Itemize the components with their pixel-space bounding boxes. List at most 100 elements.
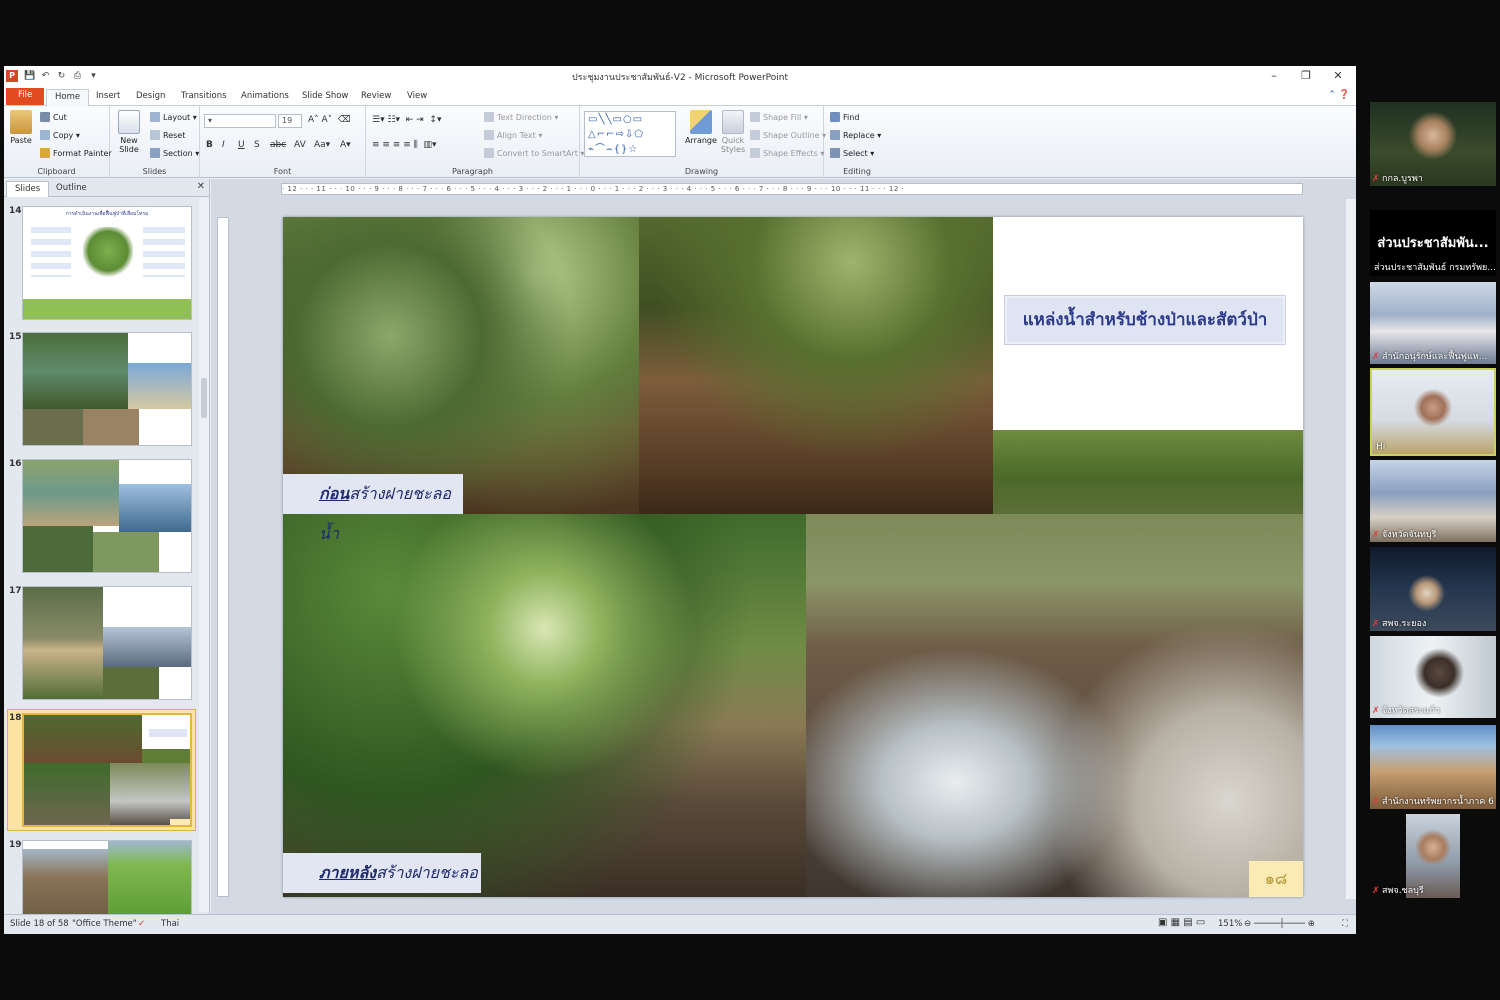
font-size-field[interactable]: 19 xyxy=(278,114,302,128)
slide-counter: Slide 18 of 58 xyxy=(10,919,69,929)
clipboard-group: Paste Cut Copy ▾ Format Painter Clipboar… xyxy=(4,106,112,178)
tab-transitions[interactable]: Transitions xyxy=(173,89,235,106)
tab-view[interactable]: View xyxy=(399,89,435,106)
participant-tile[interactable]: ส่วนประชาสัมพัน... ส่วนประชาสัมพันธ์ กรม… xyxy=(1370,210,1496,276)
arrange-button[interactable]: Arrange xyxy=(684,110,718,145)
stream-photo-after-2[interactable] xyxy=(806,514,1303,897)
paragraph-group: ☰▾ ☷▾ ⇤ ⇥ ↕▾ ≡ ≡ ≡ ≡ ⫼ ▥▾ Text Direction… xyxy=(366,106,584,178)
participant-tile[interactable]: ✗ จังหวัดสระแก้ว xyxy=(1370,636,1496,718)
tab-outline[interactable]: Outline xyxy=(48,181,95,197)
new-slide-label: New Slide xyxy=(119,136,139,154)
participant-tile[interactable]: ✗ จังหวัดจันทบุรี xyxy=(1370,460,1496,542)
stream-photo-after-1[interactable] xyxy=(283,514,806,897)
text-direction-button[interactable]: Text Direction ▾ xyxy=(484,112,558,122)
scroll-thumb[interactable] xyxy=(201,378,207,418)
tab-insert[interactable]: Insert xyxy=(88,89,128,106)
reset-icon xyxy=(150,130,160,140)
participant-label: ✗ สพจ.ชลบุรี xyxy=(1370,880,1496,898)
slides-pane-scrollbar[interactable] xyxy=(199,198,209,912)
slide-canvas[interactable]: แหล่งน้ำสำหรับช้างป่าและสัตว์ป่า ก่อนสร้… xyxy=(283,217,1303,897)
tab-slides[interactable]: Slides xyxy=(6,181,50,197)
theme-name[interactable]: "Office Theme" xyxy=(72,919,137,929)
format-painter-button[interactable]: Format Painter xyxy=(40,148,112,158)
close-button[interactable]: ✕ xyxy=(1328,68,1348,84)
cursor-icon xyxy=(830,148,840,158)
help-icon[interactable]: ⌃ ❓ xyxy=(1328,90,1350,100)
convert-smartart-button[interactable]: Convert to SmartArt ▾ xyxy=(484,148,584,158)
cut-button[interactable]: Cut xyxy=(40,112,67,122)
change-case-button[interactable]: Aa▾ xyxy=(314,140,330,150)
replace-button[interactable]: Replace ▾ xyxy=(830,130,881,140)
tab-slide-show[interactable]: Slide Show xyxy=(294,89,356,106)
zoom-slider[interactable]: ⊖ ─────┼──── ⊕ xyxy=(1244,919,1315,929)
tab-home[interactable]: Home xyxy=(46,89,90,106)
select-button[interactable]: Select ▾ xyxy=(830,148,874,158)
restore-button[interactable]: ❐ xyxy=(1296,68,1316,84)
participant-name: สพจ.ชลบุรี xyxy=(1382,886,1424,896)
participant-name: จังหวัดสระแก้ว xyxy=(1382,706,1440,716)
editor-vertical-scrollbar[interactable] xyxy=(1346,199,1356,899)
participant-tile[interactable]: ✗ กกล.บูรพา xyxy=(1370,102,1496,186)
shape-outline-button[interactable]: Shape Outline ▾ xyxy=(750,130,826,140)
reset-label: Reset xyxy=(163,131,186,140)
caption-after[interactable]: ภายหลังสร้างฝายชะลอน้ำ xyxy=(283,853,481,893)
shapes-gallery[interactable]: ▭╲╲▭○▭ △⌐⌐⇨⇩⬠ ⌁⌒⌢{}☆ xyxy=(584,111,676,157)
font-name-field[interactable]: ▾ xyxy=(204,114,276,128)
window-title: ประชุมงานประชาสัมพันธ์-V2 - Microsoft Po… xyxy=(571,73,789,83)
forest-photo-before-2[interactable] xyxy=(639,217,993,514)
layout-icon xyxy=(150,112,160,122)
find-button[interactable]: Find xyxy=(830,112,859,122)
tab-review[interactable]: Review xyxy=(353,89,399,106)
section-button[interactable]: Section ▾ xyxy=(150,148,199,158)
zoom-level[interactable]: 151% xyxy=(1218,919,1242,929)
copy-button[interactable]: Copy ▾ xyxy=(40,130,80,140)
bullets-button[interactable]: ☰▾ ☷▾ ⇤ ⇥ ↕▾ xyxy=(372,115,441,125)
vertical-ruler xyxy=(217,217,229,897)
convert-smartart-label: Convert to SmartArt xyxy=(497,149,578,158)
tab-design[interactable]: Design xyxy=(128,89,173,106)
char-spacing-button[interactable]: AV xyxy=(294,140,306,150)
slides-group: New Slide Layout ▾ Reset Section ▾ Slide… xyxy=(110,106,200,178)
language-indicator[interactable]: Thai xyxy=(161,919,179,929)
grow-shrink-font-buttons[interactable]: A˄ A˅ ⌫ xyxy=(308,115,351,125)
participant-name: Hi xyxy=(1376,442,1386,452)
shape-effects-button[interactable]: Shape Effects ▾ xyxy=(750,148,824,158)
forest-photo-before-1[interactable] xyxy=(283,217,639,514)
shadow-button[interactable]: S xyxy=(254,140,260,150)
participant-tile[interactable]: ✗ สำนักงานทรัพยากรน้ำภาค 6 xyxy=(1370,725,1496,809)
new-slide-button[interactable]: New Slide xyxy=(116,110,142,154)
thumbnail-image: การดำเนินงานเพื่อฟื้นฟูป่าที่เสื่อมโทรม xyxy=(22,206,192,320)
strikethrough-button[interactable]: abc xyxy=(270,140,286,150)
scissors-icon xyxy=(40,112,50,122)
section-icon xyxy=(150,148,160,158)
view-buttons[interactable]: ▣ ▦ ▤ ▭ xyxy=(1158,917,1205,928)
fit-to-window-icon[interactable]: ⛶ xyxy=(1342,919,1348,929)
tab-animations[interactable]: Animations xyxy=(233,89,297,106)
bold-button[interactable]: B xyxy=(206,140,213,150)
layout-button[interactable]: Layout ▾ xyxy=(150,112,197,122)
align-text-button[interactable]: Align Text ▾ xyxy=(484,130,542,140)
stream-photo-right[interactable] xyxy=(993,430,1303,522)
italic-button[interactable]: I xyxy=(222,140,225,150)
minimize-button[interactable]: – xyxy=(1264,68,1284,84)
caption-before[interactable]: ก่อนสร้างฝายชะลอน้ำ xyxy=(283,474,463,543)
close-pane-icon[interactable]: ✕ xyxy=(197,181,205,192)
quick-styles-button[interactable]: Quick Styles xyxy=(718,110,748,154)
align-text-icon xyxy=(484,130,494,140)
participant-tile[interactable]: ✗ สำนักอนุรักษ์และฟื้นฟูแห... xyxy=(1370,282,1496,364)
font-color-button[interactable]: A▾ xyxy=(340,140,351,150)
spellcheck-icon[interactable]: ✓ xyxy=(138,919,145,929)
thumbnail-image xyxy=(22,459,192,573)
paste-button[interactable]: Paste xyxy=(8,110,34,145)
reset-button[interactable]: Reset xyxy=(150,130,185,140)
underline-button[interactable]: U xyxy=(238,140,245,150)
participant-tile-active-speaker[interactable]: Hi xyxy=(1370,368,1496,456)
participant-tile[interactable]: ✗ สพจ.ระยอง xyxy=(1370,547,1496,631)
slide-title[interactable]: แหล่งน้ำสำหรับช้างป่าและสัตว์ป่า xyxy=(1005,296,1285,344)
pane-tabs: Slides Outline ✕ xyxy=(4,179,209,197)
shape-fill-button[interactable]: Shape Fill ▾ xyxy=(750,112,808,122)
font-group-label: Font xyxy=(273,167,292,176)
slides-group-label: Slides xyxy=(142,167,167,176)
tab-file[interactable]: File xyxy=(6,88,45,105)
alignment-buttons[interactable]: ≡ ≡ ≡ ≡ ⫼ ▥▾ xyxy=(372,140,437,150)
